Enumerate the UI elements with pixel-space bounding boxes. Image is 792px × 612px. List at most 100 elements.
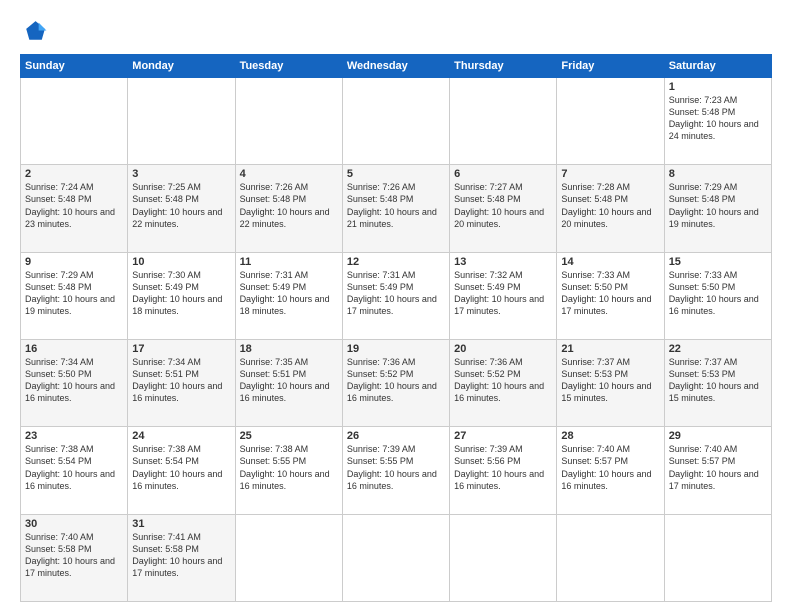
- calendar-cell: 26 Sunrise: 7:39 AMSunset: 5:55 PMDayligh…: [342, 427, 449, 514]
- day-info: Sunrise: 7:41 AMSunset: 5:58 PMDaylight:…: [132, 532, 222, 578]
- day-number: 5: [347, 168, 445, 180]
- calendar-cell: 24Sunrise: 7:38 AMSunset: 5:54 PMDayligh…: [128, 427, 235, 514]
- day-number: 27: [454, 430, 552, 442]
- calendar-cell: 25 Sunrise: 7:38 AMSunset: 5:55 PMDayligh…: [235, 427, 342, 514]
- day-info: Sunrise: 7:40 AMSunset: 5:57 PMDaylight:…: [561, 444, 651, 490]
- weekday-header: Saturday: [664, 55, 771, 78]
- day-number: 13: [454, 256, 552, 268]
- day-info: Sunrise: 7:35 AMSunset: 5:51 PMDaylight:…: [240, 357, 330, 403]
- day-number: 19: [347, 343, 445, 355]
- day-info: Sunrise: 7:27 AMSunset: 5:48 PMDaylight:…: [454, 182, 544, 228]
- day-info: Sunrise: 7:31 AMSunset: 5:49 PMDaylight:…: [240, 270, 330, 316]
- day-number: 11: [240, 256, 338, 268]
- day-number: 7: [561, 168, 659, 180]
- day-number: 18: [240, 343, 338, 355]
- calendar-table: SundayMondayTuesdayWednesdayThursdayFrid…: [20, 54, 772, 602]
- header: [20, 18, 772, 46]
- day-info: Sunrise: 7:30 AMSunset: 5:49 PMDaylight:…: [132, 270, 222, 316]
- day-info: Sunrise: 7:29 AMSunset: 5:48 PMDaylight:…: [25, 270, 115, 316]
- calendar-cell: 9 Sunrise: 7:29 AMSunset: 5:48 PMDaylight…: [21, 252, 128, 339]
- calendar-cell: 14Sunrise: 7:33 AMSunset: 5:50 PMDayligh…: [557, 252, 664, 339]
- calendar-cell: 1Sunrise: 7:23 AMSunset: 5:48 PMDaylight…: [664, 78, 771, 165]
- weekday-header: Tuesday: [235, 55, 342, 78]
- day-number: 3: [132, 168, 230, 180]
- calendar-cell: [235, 78, 342, 165]
- day-number: 12: [347, 256, 445, 268]
- calendar-cell: 8 Sunrise: 7:29 AMSunset: 5:48 PMDaylight…: [664, 165, 771, 252]
- day-info: Sunrise: 7:38 AMSunset: 5:54 PMDaylight:…: [132, 444, 222, 490]
- day-number: 20: [454, 343, 552, 355]
- logo-icon: [20, 18, 48, 46]
- calendar-cell: 16 Sunrise: 7:34 AMSunset: 5:50 PMDayligh…: [21, 339, 128, 426]
- calendar-cell: 6Sunrise: 7:27 AMSunset: 5:48 PMDaylight…: [450, 165, 557, 252]
- calendar-header-row: SundayMondayTuesdayWednesdayThursdayFrid…: [21, 55, 772, 78]
- day-number: 2: [25, 168, 123, 180]
- day-number: 23: [25, 430, 123, 442]
- day-number: 14: [561, 256, 659, 268]
- day-number: 28: [561, 430, 659, 442]
- day-number: 9: [25, 256, 123, 268]
- day-number: 31: [132, 518, 230, 530]
- calendar-week-row: 23 Sunrise: 7:38 AMSunset: 5:54 PMDayligh…: [21, 427, 772, 514]
- calendar-cell: 20Sunrise: 7:36 AMSunset: 5:52 PMDayligh…: [450, 339, 557, 426]
- weekday-header: Sunday: [21, 55, 128, 78]
- day-info: Sunrise: 7:24 AMSunset: 5:48 PMDaylight:…: [25, 182, 115, 228]
- day-number: 1: [669, 81, 767, 93]
- day-info: Sunrise: 7:33 AMSunset: 5:50 PMDaylight:…: [669, 270, 759, 316]
- day-info: Sunrise: 7:40 AMSunset: 5:57 PMDaylight:…: [669, 444, 759, 490]
- calendar-cell: [128, 78, 235, 165]
- calendar-cell: [450, 78, 557, 165]
- day-number: 16: [25, 343, 123, 355]
- day-number: 30: [25, 518, 123, 530]
- calendar-cell: 4Sunrise: 7:26 AMSunset: 5:48 PMDaylight…: [235, 165, 342, 252]
- calendar-cell: [450, 514, 557, 601]
- day-number: 22: [669, 343, 767, 355]
- calendar-cell: [342, 514, 449, 601]
- logo: [20, 18, 52, 46]
- day-info: Sunrise: 7:39 AMSunset: 5:55 PMDaylight:…: [347, 444, 437, 490]
- day-number: 17: [132, 343, 230, 355]
- weekday-header: Monday: [128, 55, 235, 78]
- day-info: Sunrise: 7:29 AMSunset: 5:48 PMDaylight:…: [669, 182, 759, 228]
- day-info: Sunrise: 7:34 AMSunset: 5:51 PMDaylight:…: [132, 357, 222, 403]
- calendar-cell: 13 Sunrise: 7:32 AMSunset: 5:49 PMDayligh…: [450, 252, 557, 339]
- day-info: Sunrise: 7:31 AMSunset: 5:49 PMDaylight:…: [347, 270, 437, 316]
- day-info: Sunrise: 7:38 AMSunset: 5:54 PMDaylight:…: [25, 444, 115, 490]
- calendar-week-row: 30 Sunrise: 7:40 AMSunset: 5:58 PMDayligh…: [21, 514, 772, 601]
- calendar-cell: [557, 514, 664, 601]
- day-info: Sunrise: 7:38 AMSunset: 5:55 PMDaylight:…: [240, 444, 330, 490]
- weekday-header: Friday: [557, 55, 664, 78]
- calendar-cell: 27Sunrise: 7:39 AMSunset: 5:56 PMDayligh…: [450, 427, 557, 514]
- calendar-cell: 29 Sunrise: 7:40 AMSunset: 5:57 PMDayligh…: [664, 427, 771, 514]
- calendar-cell: 31 Sunrise: 7:41 AMSunset: 5:58 PMDayligh…: [128, 514, 235, 601]
- calendar-cell: 11 Sunrise: 7:31 AMSunset: 5:49 PMDayligh…: [235, 252, 342, 339]
- calendar-cell: 3 Sunrise: 7:25 AMSunset: 5:48 PMDaylight…: [128, 165, 235, 252]
- calendar-cell: 19Sunrise: 7:36 AMSunset: 5:52 PMDayligh…: [342, 339, 449, 426]
- day-info: Sunrise: 7:34 AMSunset: 5:50 PMDaylight:…: [25, 357, 115, 403]
- calendar-cell: 2 Sunrise: 7:24 AMSunset: 5:48 PMDaylight…: [21, 165, 128, 252]
- day-number: 25: [240, 430, 338, 442]
- calendar-week-row: 16 Sunrise: 7:34 AMSunset: 5:50 PMDayligh…: [21, 339, 772, 426]
- day-info: Sunrise: 7:40 AMSunset: 5:58 PMDaylight:…: [25, 532, 115, 578]
- calendar-week-row: 2 Sunrise: 7:24 AMSunset: 5:48 PMDaylight…: [21, 165, 772, 252]
- calendar-cell: [557, 78, 664, 165]
- calendar-cell: 17 Sunrise: 7:34 AMSunset: 5:51 PMDayligh…: [128, 339, 235, 426]
- day-number: 8: [669, 168, 767, 180]
- calendar-cell: 21Sunrise: 7:37 AMSunset: 5:53 PMDayligh…: [557, 339, 664, 426]
- day-info: Sunrise: 7:25 AMSunset: 5:48 PMDaylight:…: [132, 182, 222, 228]
- calendar-cell: 12 Sunrise: 7:31 AMSunset: 5:49 PMDayligh…: [342, 252, 449, 339]
- day-number: 10: [132, 256, 230, 268]
- day-info: Sunrise: 7:37 AMSunset: 5:53 PMDaylight:…: [561, 357, 651, 403]
- calendar-cell: 28 Sunrise: 7:40 AMSunset: 5:57 PMDayligh…: [557, 427, 664, 514]
- day-info: Sunrise: 7:26 AMSunset: 5:48 PMDaylight:…: [240, 182, 330, 228]
- calendar-cell: 15Sunrise: 7:33 AMSunset: 5:50 PMDayligh…: [664, 252, 771, 339]
- day-info: Sunrise: 7:32 AMSunset: 5:49 PMDaylight:…: [454, 270, 544, 316]
- page: SundayMondayTuesdayWednesdayThursdayFrid…: [0, 0, 792, 612]
- weekday-header: Wednesday: [342, 55, 449, 78]
- day-number: 29: [669, 430, 767, 442]
- weekday-header: Thursday: [450, 55, 557, 78]
- day-info: Sunrise: 7:26 AMSunset: 5:48 PMDaylight:…: [347, 182, 437, 228]
- calendar-week-row: 9 Sunrise: 7:29 AMSunset: 5:48 PMDaylight…: [21, 252, 772, 339]
- day-number: 26: [347, 430, 445, 442]
- calendar-cell: 10 Sunrise: 7:30 AMSunset: 5:49 PMDayligh…: [128, 252, 235, 339]
